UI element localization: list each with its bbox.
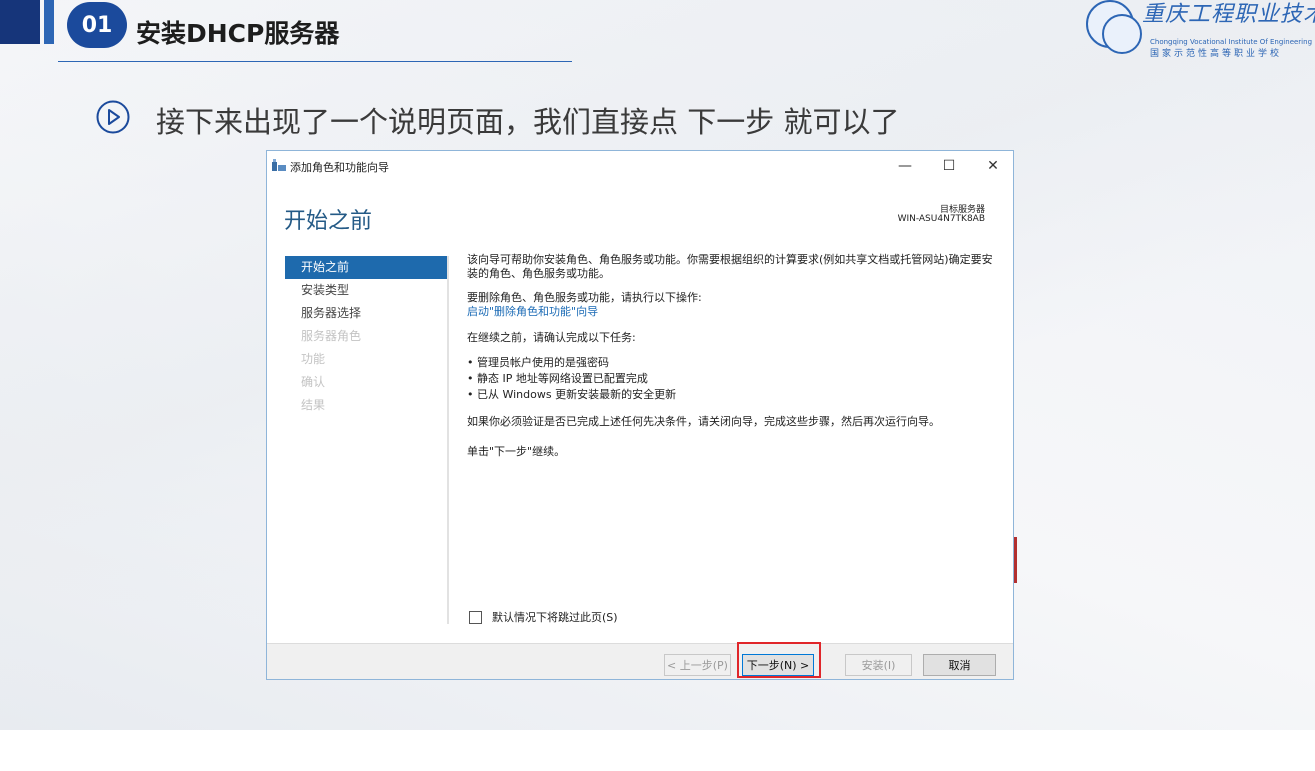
verify-text: 如果你必须验证是否已完成上述任何先决条件，请关闭向导，完成这些步骤，然后再次运行… (467, 415, 940, 428)
install-button: 安装(I) (845, 654, 912, 676)
nav-item-server-selection[interactable]: 服务器选择 (285, 302, 447, 325)
nav-item-results: 结果 (301, 398, 326, 412)
remove-instructions: 要删除角色、角色服务或功能，请执行以下操作: (467, 291, 702, 304)
section-title: 安装DHCP服务器 (136, 19, 340, 48)
section-number-badge: 01 (67, 2, 127, 48)
task-list: • 管理员帐户使用的是强密码 • 静态 IP 地址等网络设置已配置完成 • 已从… (467, 355, 997, 403)
list-item: • 静态 IP 地址等网络设置已配置完成 (467, 372, 648, 385)
play-circle-icon (96, 100, 130, 134)
skip-page-row[interactable]: 默认情况下将跳过此页(S) (469, 609, 618, 625)
nav-item-features: 功能 (301, 352, 326, 366)
wizard-window: 添加角色和功能向导 — ☐ ✕ 开始之前 目标服务器 WIN-ASU4N7TK8… (266, 150, 1014, 680)
list-item: • 已从 Windows 更新安装最新的安全更新 (467, 388, 677, 401)
instruction-text: 接下来出现了一个说明页面，我们直接点 下一步 就可以了 (156, 105, 900, 139)
target-server-name: WIN-ASU4N7TK8AB (897, 214, 985, 224)
wizard-nav: 开始之前 安装类型 服务器选择 服务器角色 功能 确认 结果 (285, 256, 447, 417)
school-logo: 重庆工程职业技术学院 Chongqing Vocational Institut… (1080, 0, 1315, 60)
header-divider (58, 61, 572, 62)
header-accent-bar-light (44, 0, 54, 44)
window-titlebar[interactable]: 添加角色和功能向导 — ☐ ✕ (267, 151, 1013, 181)
minimize-button[interactable]: — (891, 155, 919, 177)
wizard-content: 该向导可帮助你安装角色、角色服务或功能。你需要根据组织的计算要求(例如共享文档或… (467, 253, 997, 469)
list-item: • 管理员帐户使用的是强密码 (467, 356, 609, 369)
nav-item-confirmation: 确认 (301, 375, 326, 389)
header-accent-bar (0, 0, 40, 44)
wizard-footer: < 上一步(P) 下一步(N) > 安装(I) 取消 (267, 643, 1013, 679)
logo-seal-icon (1102, 14, 1142, 54)
background-window-edge (1014, 537, 1017, 583)
previous-button: < 上一步(P) (664, 654, 731, 676)
continue-text: 单击"下一步"继续。 (467, 445, 566, 458)
skip-page-label[interactable]: 默认情况下将跳过此页(S) (492, 609, 618, 625)
next-button-highlight (737, 642, 821, 678)
server-manager-icon (272, 159, 286, 171)
logo-subtitle: 国家示范性高等职业学校 (1150, 49, 1283, 59)
nav-divider (447, 256, 449, 624)
nav-item-server-roles: 服务器角色 (301, 329, 362, 343)
close-button[interactable]: ✕ (979, 155, 1007, 177)
logo-name-en: Chongqing Vocational Institute Of Engine… (1150, 38, 1313, 46)
remove-roles-wizard-link[interactable]: 启动"删除角色和功能"向导 (467, 305, 598, 318)
maximize-button[interactable]: ☐ (935, 155, 963, 177)
slide-bottom-strip (0, 730, 1315, 771)
confirm-text: 在继续之前，请确认完成以下任务: (467, 331, 636, 344)
skip-page-checkbox[interactable] (469, 610, 482, 624)
cancel-button[interactable]: 取消 (923, 654, 996, 676)
intro-text: 该向导可帮助你安装角色、角色服务或功能。你需要根据组织的计算要求(例如共享文档或… (467, 253, 993, 280)
logo-name-cn: 重庆工程职业技术学院 (1142, 2, 1315, 27)
nav-item-before-you-begin[interactable]: 开始之前 (285, 256, 447, 279)
window-title: 添加角色和功能向导 (290, 161, 389, 174)
nav-item-installation-type[interactable]: 安装类型 (285, 279, 447, 302)
page-heading: 开始之前 (284, 209, 373, 234)
